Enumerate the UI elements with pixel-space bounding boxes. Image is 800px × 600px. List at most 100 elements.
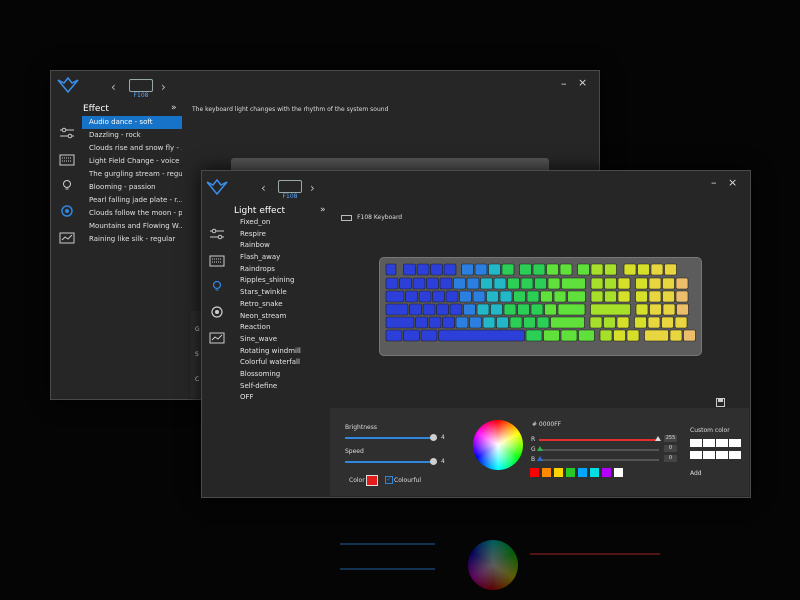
keyboard-key[interactable]	[578, 329, 595, 342]
keyboard-key[interactable]	[409, 303, 422, 316]
close-button[interactable]: ×	[578, 76, 587, 89]
rgb-value-r[interactable]: 255	[664, 435, 677, 442]
effect-item[interactable]: Clouds follow the moon - p...	[82, 207, 182, 220]
keyboard-key[interactable]	[443, 263, 457, 276]
keyboard-key[interactable]	[385, 316, 415, 329]
keyboard-key[interactable]	[603, 316, 616, 329]
effect-item[interactable]: Blooming - passion	[82, 181, 182, 194]
keyboard-key[interactable]	[648, 290, 662, 303]
keyboard-key[interactable]	[590, 303, 631, 316]
keyboard-key[interactable]	[634, 316, 647, 329]
light-effect-item[interactable]: Raindrops	[240, 264, 330, 276]
light-effect-item[interactable]: Fixed_on	[240, 217, 330, 229]
keyboard-key[interactable]	[664, 263, 677, 276]
keyboard-key[interactable]	[661, 316, 674, 329]
keyboard-key[interactable]	[543, 329, 560, 342]
keyboard-key[interactable]	[428, 316, 442, 329]
effect-item[interactable]: Mountains and Flowing W...	[82, 220, 182, 233]
keyboard-key[interactable]	[476, 303, 490, 316]
keyboard-key[interactable]	[385, 303, 409, 316]
device-keyboard-icon[interactable]: F108	[278, 180, 302, 200]
lightbulb-icon[interactable]	[59, 179, 75, 191]
custom-color-slot[interactable]	[729, 439, 741, 447]
light-effect-item[interactable]: Self-define	[240, 381, 330, 393]
keyboard-key[interactable]	[517, 303, 530, 316]
keyboard-key[interactable]	[403, 263, 416, 276]
keyboard-key[interactable]	[453, 277, 466, 290]
keyboard-key[interactable]	[469, 316, 482, 329]
keyboard-key[interactable]	[604, 263, 617, 276]
keyboard-key[interactable]	[534, 277, 547, 290]
keyboard-key[interactable]	[662, 303, 676, 316]
effect-item[interactable]: Raining like silk - regular	[82, 233, 182, 246]
keyboard-icon[interactable]	[59, 154, 75, 166]
keyboard-key[interactable]	[461, 263, 474, 276]
keyboard-key[interactable]	[432, 290, 445, 303]
custom-color-slot[interactable]	[690, 451, 702, 459]
rgb-slider-r[interactable]	[539, 439, 659, 441]
keyboard-key[interactable]	[385, 277, 399, 290]
light-effect-item[interactable]: Respire	[240, 229, 330, 241]
keyboard-key[interactable]	[540, 290, 553, 303]
light-effect-item[interactable]: Rainbow	[240, 240, 330, 252]
keyboard-key[interactable]	[675, 277, 689, 290]
keyboard-key[interactable]	[617, 277, 631, 290]
keyboard-key[interactable]	[544, 303, 557, 316]
keyboard-key[interactable]	[626, 329, 640, 342]
keyboard-key[interactable]	[403, 329, 420, 342]
custom-color-slot[interactable]	[703, 451, 715, 459]
prev-device-arrow[interactable]: ‹	[111, 80, 116, 94]
keyboard-key[interactable]	[488, 263, 501, 276]
keyboard-key[interactable]	[559, 263, 573, 276]
keyboard-key[interactable]	[523, 316, 536, 329]
effect-item[interactable]: Dazzling - rock	[82, 129, 182, 142]
expand-effects-button[interactable]: »	[320, 205, 326, 215]
keyboard-key[interactable]	[599, 329, 613, 342]
keyboard-key[interactable]	[644, 329, 669, 342]
keyboard-key[interactable]	[560, 329, 578, 342]
brightness-slider-knob[interactable]	[430, 434, 437, 441]
palette-swatch[interactable]	[602, 468, 611, 477]
palette-swatch[interactable]	[542, 468, 551, 477]
palette-swatch[interactable]	[614, 468, 623, 477]
close-button[interactable]: ×	[728, 176, 737, 189]
keyboard-key[interactable]	[513, 290, 526, 303]
custom-color-slot[interactable]	[690, 439, 702, 447]
lightbulb-icon[interactable]	[209, 280, 225, 292]
keyboard-key[interactable]	[474, 263, 488, 276]
keyboard-key[interactable]	[438, 329, 525, 342]
settings-sliders-icon[interactable]	[59, 127, 75, 139]
keyboard-key[interactable]	[674, 316, 688, 329]
keyboard-key[interactable]	[509, 316, 523, 329]
minimize-button[interactable]: –	[711, 176, 717, 189]
colorful-checkbox[interactable]: ✓	[385, 476, 393, 484]
keyboard-key[interactable]	[650, 263, 664, 276]
color-wheel[interactable]	[473, 420, 523, 470]
light-effect-item[interactable]: Reaction	[240, 322, 330, 334]
keyboard-key[interactable]	[449, 303, 463, 316]
keyboard-key[interactable]	[459, 290, 472, 303]
settings-sliders-icon[interactable]	[209, 228, 225, 240]
palette-swatch[interactable]	[530, 468, 539, 477]
keyboard-key[interactable]	[616, 316, 630, 329]
keyboard-key[interactable]	[669, 329, 683, 342]
keyboard-key[interactable]	[662, 290, 675, 303]
add-custom-color-button[interactable]: Add	[690, 470, 702, 477]
keyboard-key[interactable]	[648, 277, 662, 290]
keyboard-key[interactable]	[385, 263, 397, 276]
keyboard-key[interactable]	[577, 263, 590, 276]
keyboard-key[interactable]	[445, 290, 459, 303]
keyboard-key[interactable]	[676, 303, 689, 316]
keyboard-key[interactable]	[530, 303, 544, 316]
performance-icon[interactable]	[209, 332, 225, 344]
keyboard-key[interactable]	[662, 277, 675, 290]
keyboard-key[interactable]	[430, 263, 443, 276]
brightness-slider[interactable]	[345, 434, 437, 441]
keyboard-key[interactable]	[442, 316, 455, 329]
light-effect-item[interactable]: Rotating windmill	[240, 346, 330, 358]
keyboard-key[interactable]	[546, 263, 559, 276]
keyboard-key[interactable]	[463, 303, 476, 316]
keyboard-key[interactable]	[486, 290, 499, 303]
keyboard-key[interactable]	[385, 290, 405, 303]
keyboard-key[interactable]	[520, 277, 534, 290]
